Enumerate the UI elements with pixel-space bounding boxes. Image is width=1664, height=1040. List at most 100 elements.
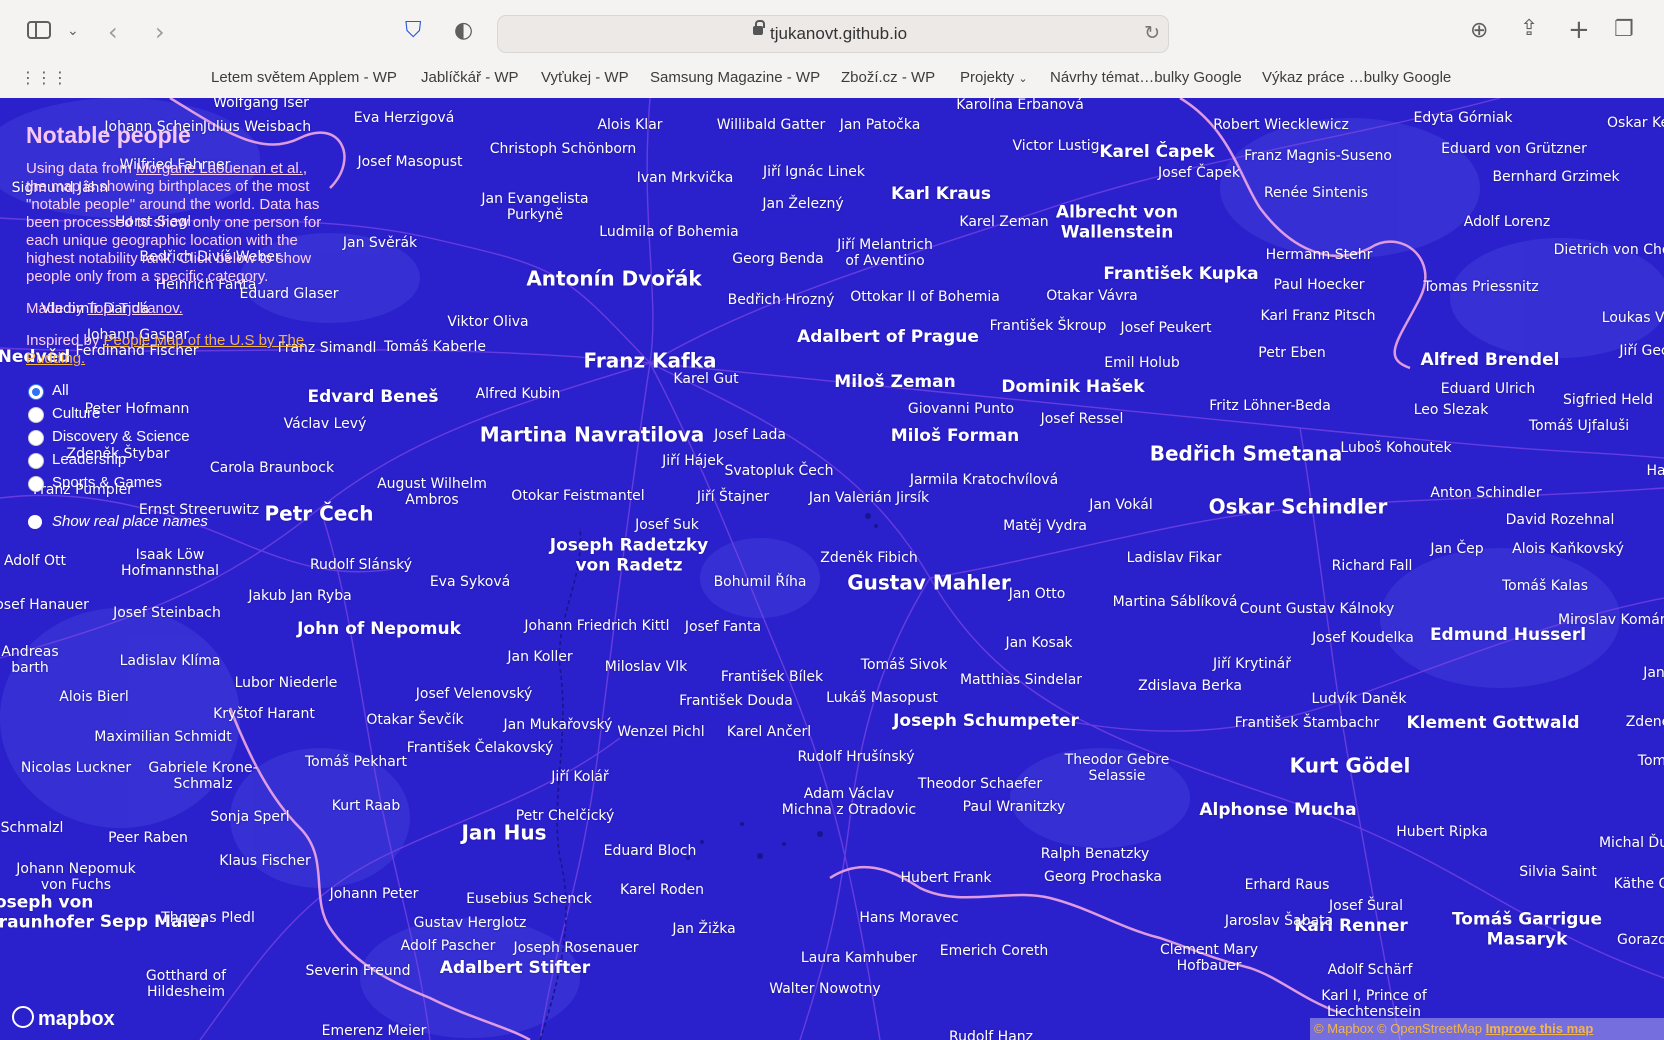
place-label[interactable]: Tomáš Kaberle (384, 339, 486, 355)
place-label[interactable]: Josef Ressel (1041, 411, 1124, 427)
place-label[interactable]: František Čelakovský (407, 740, 554, 756)
place-label[interactable]: Joseph vonFraunhofer (0, 893, 94, 932)
place-label[interactable]: Thomas Pledl (161, 910, 255, 926)
place-label[interactable]: Dietrich von Cho (1554, 242, 1664, 258)
place-label[interactable]: Jiří Krytinář (1213, 656, 1291, 672)
place-label[interactable]: Jan Železný (762, 196, 843, 212)
place-label[interactable]: Karel Ančerl (727, 724, 811, 740)
place-label[interactable]: Tomáš Sivok (861, 657, 947, 673)
place-label[interactable]: Antonín Dvořák (526, 267, 701, 291)
place-label[interactable]: Lubor Niederle (235, 675, 338, 691)
place-label[interactable]: Johann Nepomuk von Fuchs (16, 861, 136, 893)
place-label[interactable]: August Wilhelm Ambros (377, 476, 487, 508)
place-label[interactable]: Josef Koudelka (1312, 630, 1414, 646)
radio-leadership[interactable]: Leadership (26, 451, 326, 474)
place-label[interactable]: Anton Schindler (1430, 485, 1541, 501)
place-label[interactable]: Rudolf Slánský (310, 557, 412, 573)
place-label[interactable]: Jan Čep (1430, 541, 1483, 557)
place-label[interactable]: Josef Fanta (685, 619, 761, 635)
place-label[interactable]: Georg Prochaska (1044, 869, 1162, 885)
place-label[interactable]: Ha (1646, 463, 1664, 479)
bookmark-item[interactable]: Zboží.cz - WP (841, 69, 935, 86)
place-label[interactable]: Karl Franz Pitsch (1260, 308, 1375, 324)
place-label[interactable]: John of Nepomuk (297, 620, 461, 640)
place-label[interactable]: Adolf Pascher (401, 938, 496, 954)
place-label[interactable]: Zdeně (1626, 714, 1664, 730)
place-label[interactable]: Alfred Brendel (1421, 351, 1560, 371)
place-label[interactable]: Oskar Schindler (1209, 495, 1388, 519)
grid-icon[interactable]: ⋮⋮⋮ (20, 70, 68, 86)
place-label[interactable]: Otakar Ševčík (366, 712, 463, 728)
place-label[interactable]: Adolf Lorenz (1464, 214, 1550, 230)
place-label[interactable]: Josef Hanauer (0, 597, 89, 613)
place-label[interactable]: Dominik Hašek (1001, 378, 1144, 398)
place-label[interactable]: Tomáš Pekhart (305, 754, 407, 770)
place-label[interactable]: Renée Sintenis (1264, 185, 1368, 201)
place-label[interactable]: Paul Hoecker (1274, 277, 1365, 293)
place-label[interactable]: Eusebius Schenck (466, 891, 592, 907)
place-label[interactable]: Jaroslav Šabata (1225, 913, 1333, 929)
place-label[interactable]: Kryštof Harant (213, 706, 315, 722)
place-label[interactable]: Tom (1638, 753, 1664, 769)
place-label[interactable]: Alphonse Mucha (1199, 801, 1356, 821)
place-label[interactable]: Josef Lada (714, 427, 786, 443)
radio-discovery-science[interactable]: Discovery & Science (26, 428, 326, 451)
place-label[interactable]: Miloš Zeman (834, 373, 955, 393)
place-label[interactable]: Josef Šural (1329, 898, 1403, 914)
bookmark-item[interactable]: Výkaz práce …bulky Google (1262, 69, 1451, 86)
place-label[interactable]: Jiří Hájek (662, 453, 724, 469)
place-label[interactable]: Alfred Kubin (476, 386, 561, 402)
place-label[interactable]: František Bílek (721, 669, 823, 685)
place-label[interactable]: Franz Magnis-Suseno (1244, 148, 1392, 164)
place-label[interactable]: Jan Mukařovský (504, 717, 613, 733)
place-label[interactable]: Klaus Fischer (219, 853, 310, 869)
radio-sports-games[interactable]: Sports & Games (26, 474, 326, 497)
place-label[interactable]: Clement Mary Hofbauer (1160, 942, 1258, 974)
radio-all[interactable]: All (26, 382, 326, 405)
place-label[interactable]: Jiří Ignác Linek (763, 164, 865, 180)
place-label[interactable]: Franz Kafka (583, 349, 716, 373)
place-label[interactable]: Jiří Štajner (697, 489, 769, 505)
address-bar[interactable]: tjukanovt.github.io ↻ (497, 15, 1169, 53)
place-label[interactable]: Ludvík Daněk (1312, 691, 1407, 707)
chevron-down-icon[interactable]: ⌄ (67, 24, 79, 38)
place-label[interactable]: Erhard Raus (1245, 877, 1330, 893)
place-label[interactable]: Isaak Löw Hofmannsthal (121, 547, 219, 579)
place-label[interactable]: Jiří Gec (1619, 343, 1664, 359)
tab-overview-icon[interactable]: ❐ (1614, 19, 1634, 41)
place-label[interactable]: Jan Kosak (1005, 635, 1072, 651)
place-label[interactable]: Hermann Stehr (1266, 247, 1373, 263)
place-label[interactable]: Ludmila of Bohemia (599, 224, 738, 240)
place-label[interactable]: Otakar Vávra (1046, 288, 1137, 304)
place-label[interactable]: Martina Navratilova (480, 423, 705, 447)
place-label[interactable]: Jiří Melantrich of Aventino (837, 237, 933, 269)
place-label[interactable]: Johann Friedrich Kittl (524, 618, 669, 634)
place-label[interactable]: Sonja Sperl (210, 809, 289, 825)
place-label[interactable]: Karel Gut (673, 371, 738, 387)
place-label[interactable]: Edyta Górniak (1414, 110, 1513, 126)
place-label[interactable]: Karl Kraus (891, 185, 991, 205)
place-label[interactable]: Robert Wiecklewicz (1213, 117, 1349, 133)
sidebar-toggle-icon[interactable] (27, 21, 51, 39)
place-label[interactable]: Viktor Oliva (447, 314, 528, 330)
place-label[interactable]: Andreas barth (1, 644, 58, 676)
place-label[interactable]: Hubert Frank (901, 870, 992, 886)
radio-culture[interactable]: Culture (26, 405, 326, 428)
bookmark-item[interactable]: Letem světem Applem - WP (211, 69, 397, 86)
place-label[interactable]: Oskar Kel (1607, 115, 1664, 131)
place-label[interactable]: Hubert Ripka (1396, 824, 1488, 840)
place-label[interactable]: Joseph Schumpeter (893, 712, 1079, 732)
bookmark-item[interactable]: Vyťukej - WP (541, 69, 629, 86)
place-label[interactable]: Nicolas Luckner (21, 760, 131, 776)
place-label[interactable]: Leo Slezak (1414, 402, 1489, 418)
place-label[interactable]: Severin Freund (305, 963, 410, 979)
place-label[interactable]: Gabriele Krone- Schmalz (148, 760, 257, 792)
place-label[interactable]: Maximilian Schmidt (94, 729, 231, 745)
place-label[interactable]: Matěj Vydra (1003, 518, 1087, 534)
place-label[interactable]: Joseph Rosenauer (513, 940, 638, 956)
place-label[interactable]: Victor Lustig (1012, 138, 1099, 154)
place-label[interactable]: František Štambachr (1235, 715, 1379, 731)
place-label[interactable]: Eduard von Grützner (1441, 141, 1587, 157)
place-label[interactable]: Jan Valerián Jirsík (809, 490, 929, 506)
place-label[interactable]: Sigfried Held (1563, 392, 1653, 408)
